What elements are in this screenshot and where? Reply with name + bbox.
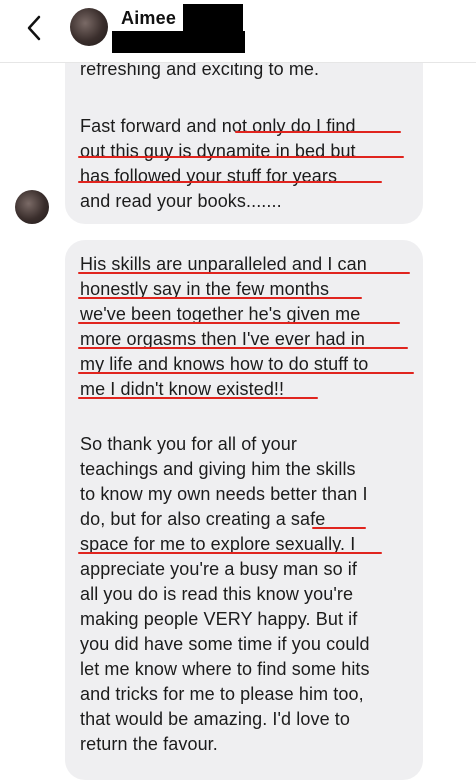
contact-name[interactable]: Aimee [121, 8, 176, 29]
message-line: all you do is read this know you're [80, 584, 354, 604]
message-line: and tricks for me to please him too, [80, 684, 364, 704]
message-line: teachings and giving him the skills [80, 459, 356, 479]
contact-avatar[interactable] [70, 8, 108, 46]
red-underline [78, 372, 414, 374]
red-underline [78, 156, 404, 158]
conversation-header: Aimee [0, 0, 476, 63]
red-underline [78, 552, 382, 554]
red-underline [235, 131, 401, 133]
message-line: let me know where to find some hits [80, 659, 370, 679]
back-button[interactable] [20, 10, 50, 46]
message-line: and read your books....... [80, 191, 282, 211]
red-underline [78, 272, 410, 274]
message-line: that would be amazing. I'd love to [80, 709, 350, 729]
sender-avatar[interactable] [15, 190, 49, 224]
message-line: do, but for also creating a safe [80, 509, 326, 529]
redaction-bar-name [183, 4, 243, 32]
message-line: making people VERY happy. But if [80, 609, 358, 629]
red-underline [78, 181, 382, 183]
message-line: So thank you for all of your [80, 434, 297, 454]
message-line: out this guy is dynamite in bed but [80, 141, 356, 161]
message-line: appreciate you're a busy man so if [80, 559, 357, 579]
message-line: return the favour. [80, 734, 218, 754]
red-underline [78, 297, 362, 299]
message-line: you did have some time if you could [80, 634, 370, 654]
red-underline [78, 322, 400, 324]
message-line: Fast forward and not only do I find [80, 116, 356, 136]
redaction-bar-handle [112, 31, 245, 53]
red-underline [78, 397, 318, 399]
red-underline [78, 347, 408, 349]
chevron-left-icon [27, 15, 41, 41]
message-line: to know my own needs better than I [80, 484, 368, 504]
red-underline [312, 527, 366, 529]
message-line: has followed your stuff for years [80, 166, 338, 186]
